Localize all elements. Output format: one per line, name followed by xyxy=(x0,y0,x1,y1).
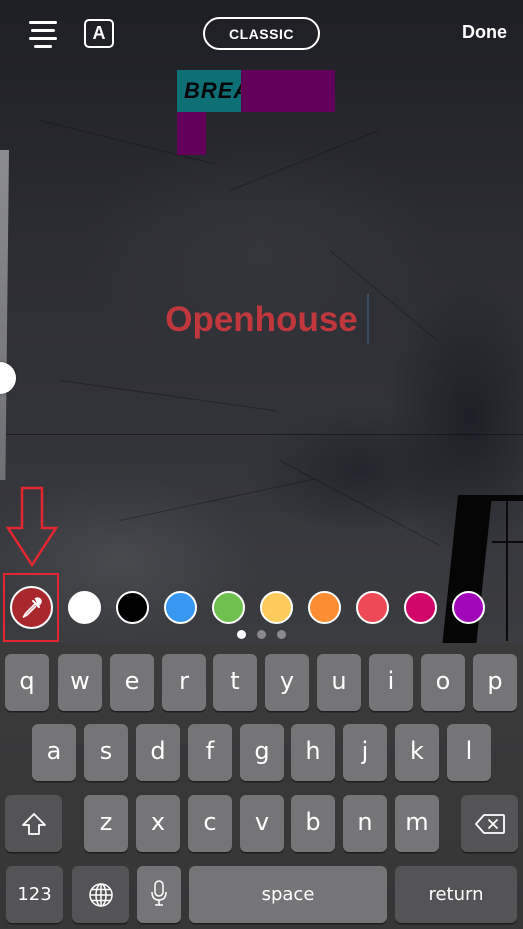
color-swatch-white[interactable] xyxy=(68,591,101,624)
text-style-button[interactable]: A xyxy=(84,19,114,48)
return-key[interactable]: return xyxy=(395,866,517,923)
key-w[interactable]: w xyxy=(58,654,102,711)
text-style-icon: A xyxy=(92,23,106,43)
color-swatch-black[interactable] xyxy=(116,591,149,624)
key-a[interactable]: a xyxy=(32,724,76,781)
space-key[interactable]: space xyxy=(189,866,387,923)
sky-texture xyxy=(59,380,278,412)
done-button[interactable]: Done xyxy=(462,22,507,43)
key-i[interactable]: i xyxy=(369,654,413,711)
sky-texture xyxy=(119,478,316,521)
key-f[interactable]: f xyxy=(188,724,232,781)
guide-line xyxy=(0,434,523,435)
page-dot-1[interactable] xyxy=(237,630,246,639)
page-dot-2[interactable] xyxy=(257,630,266,639)
eyedropper-button[interactable] xyxy=(10,586,53,629)
key-c[interactable]: c xyxy=(188,795,232,852)
globe-icon xyxy=(88,882,113,907)
key-t[interactable]: t xyxy=(213,654,257,711)
shift-icon xyxy=(21,812,46,835)
key-u[interactable]: u xyxy=(317,654,361,711)
purple-sticker[interactable] xyxy=(241,70,335,112)
key-n[interactable]: n xyxy=(343,795,387,852)
sky-texture xyxy=(229,130,379,191)
eyedropper-icon xyxy=(22,596,42,618)
key-y[interactable]: y xyxy=(265,654,309,711)
teal-sticker[interactable]: BREA xyxy=(177,70,241,112)
sky-texture xyxy=(279,460,440,546)
shift-key[interactable] xyxy=(5,795,62,852)
key-v[interactable]: v xyxy=(240,795,284,852)
key-j[interactable]: j xyxy=(343,724,387,781)
sticker-text: BREA xyxy=(184,78,241,103)
key-m[interactable]: m xyxy=(395,795,439,852)
key-p[interactable]: p xyxy=(473,654,517,711)
text-cursor xyxy=(367,294,369,344)
color-swatch-yellow[interactable] xyxy=(260,591,293,624)
key-l[interactable]: l xyxy=(447,724,491,781)
purple-sticker[interactable] xyxy=(177,112,206,155)
color-swatch-magenta[interactable] xyxy=(404,591,437,624)
story-text[interactable]: Openhouse xyxy=(165,300,358,340)
key-d[interactable]: d xyxy=(136,724,180,781)
font-selector-button[interactable]: CLASSIC xyxy=(203,17,320,50)
align-center-icon[interactable] xyxy=(27,18,59,48)
delete-key[interactable] xyxy=(461,795,518,852)
text-editor-toolbar: A CLASSIC Done xyxy=(0,0,523,66)
key-r[interactable]: r xyxy=(162,654,206,711)
numbers-key[interactable]: 123 xyxy=(6,866,63,923)
color-swatch-blue[interactable] xyxy=(164,591,197,624)
microphone-icon xyxy=(151,879,167,906)
slider-track[interactable] xyxy=(0,150,9,480)
palette-page-indicator xyxy=(0,630,523,640)
key-o[interactable]: o xyxy=(421,654,465,711)
color-swatch-red[interactable] xyxy=(356,591,389,624)
font-name-label: CLASSIC xyxy=(229,25,294,42)
text-input-area[interactable]: Openhouse xyxy=(0,300,523,340)
key-s[interactable]: s xyxy=(84,724,128,781)
text-size-slider[interactable] xyxy=(0,150,16,480)
keyboard: q w e r t y u i o p a s d f g h j k l z … xyxy=(0,643,523,929)
key-e[interactable]: e xyxy=(110,654,154,711)
backspace-icon xyxy=(474,813,505,834)
key-k[interactable]: k xyxy=(395,724,439,781)
key-g[interactable]: g xyxy=(240,724,284,781)
microphone-key[interactable] xyxy=(137,866,181,923)
globe-key[interactable] xyxy=(72,866,129,923)
color-swatch-orange[interactable] xyxy=(308,591,341,624)
key-q[interactable]: q xyxy=(5,654,49,711)
color-palette xyxy=(0,585,523,629)
color-swatch-green[interactable] xyxy=(212,591,245,624)
page-dot-3[interactable] xyxy=(277,630,286,639)
key-x[interactable]: x xyxy=(136,795,180,852)
key-z[interactable]: z xyxy=(84,795,128,852)
key-h[interactable]: h xyxy=(291,724,335,781)
down-arrow-annotation xyxy=(5,486,59,568)
key-b[interactable]: b xyxy=(291,795,335,852)
color-swatch-purple[interactable] xyxy=(452,591,485,624)
